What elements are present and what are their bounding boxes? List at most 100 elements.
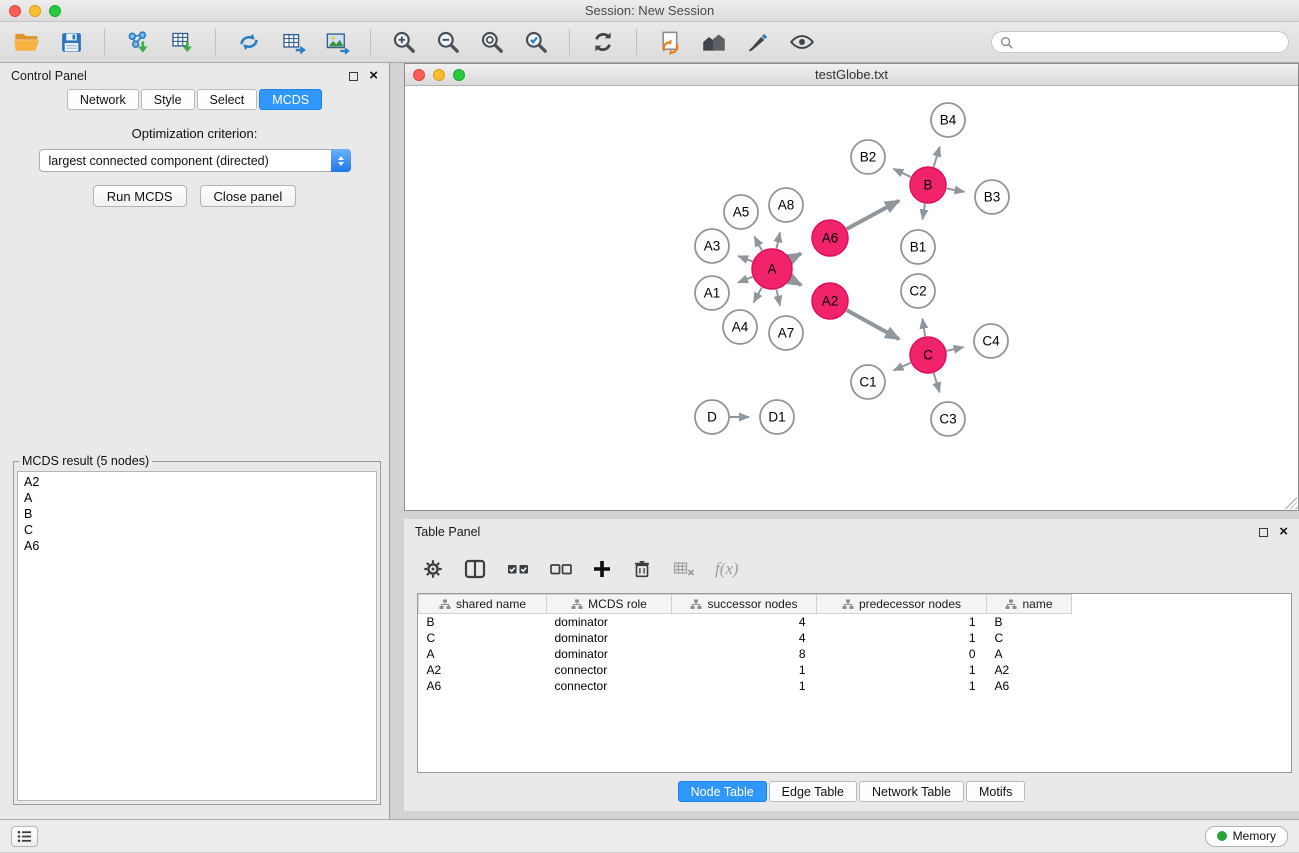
birdseye-toggle-button[interactable] <box>785 26 819 58</box>
refresh-button[interactable] <box>586 26 620 58</box>
table-cell[interactable]: 4 <box>672 614 817 631</box>
table-row[interactable]: Adominator80A <box>419 646 1072 662</box>
close-panel-icon[interactable]: × <box>369 71 378 81</box>
graphics-details-button[interactable] <box>741 26 775 58</box>
column-header-mcds-role[interactable]: MCDS role <box>547 595 672 614</box>
export-table-button[interactable] <box>276 26 310 58</box>
import-table-button[interactable] <box>165 26 199 58</box>
graph-edge-A-A2[interactable] <box>790 279 801 285</box>
column-header-shared-name[interactable]: shared name <box>419 595 547 614</box>
graph-edge-B-B4[interactable] <box>934 147 940 167</box>
resize-grip[interactable] <box>1285 497 1297 509</box>
column-header-successor-nodes[interactable]: successor nodes <box>672 595 817 614</box>
import-network-button[interactable] <box>121 26 155 58</box>
network-graph[interactable]: B4B2BB3A5A8A6A3B1AA1C2A2A4A7C4CC1DD1C3 <box>405 87 1298 510</box>
table-cell[interactable]: A6 <box>419 678 547 694</box>
graph-edge-A-A5[interactable] <box>754 237 762 251</box>
column-header-predecessor-nodes[interactable]: predecessor nodes <box>817 595 987 614</box>
select-all-button[interactable] <box>506 560 530 578</box>
mcds-result-item[interactable]: A2 <box>24 474 370 490</box>
tab-network-table[interactable]: Network Table <box>859 781 964 802</box>
task-history-button[interactable] <box>11 826 38 847</box>
mcds-result-item[interactable]: C <box>24 522 370 538</box>
graph-edge-A-A8[interactable] <box>776 232 780 248</box>
tab-mcds[interactable]: MCDS <box>259 89 322 110</box>
export-network-button[interactable] <box>232 26 266 58</box>
zoom-out-button[interactable] <box>431 26 465 58</box>
table-cell[interactable]: A6 <box>987 678 1072 694</box>
function-builder-button[interactable]: f(x) <box>715 559 739 579</box>
tab-select[interactable]: Select <box>197 89 258 110</box>
save-session-button[interactable] <box>54 26 88 58</box>
search-input[interactable] <box>1018 35 1280 49</box>
unselect-all-button[interactable] <box>549 560 573 578</box>
table-cell[interactable]: 8 <box>672 646 817 662</box>
table-cell[interactable]: C <box>987 630 1072 646</box>
table-cell[interactable]: A <box>419 646 547 662</box>
open-session-button[interactable] <box>10 26 44 58</box>
add-row-button[interactable] <box>592 559 612 579</box>
table-cell[interactable]: C <box>419 630 547 646</box>
delete-table-button[interactable] <box>672 559 696 579</box>
table-cell[interactable]: connector <box>547 662 672 678</box>
table-row[interactable]: A6connector11A6 <box>419 678 1072 694</box>
table-cell[interactable]: dominator <box>547 646 672 662</box>
mcds-result-item[interactable]: B <box>24 506 370 522</box>
graph-edge-A-A7[interactable] <box>776 290 780 306</box>
graph-edge-C-C3[interactable] <box>934 373 940 392</box>
graph-edge-B-B2[interactable] <box>893 169 910 177</box>
table-cell[interactable]: 0 <box>817 646 987 662</box>
table-cell[interactable]: dominator <box>547 630 672 646</box>
column-header-name[interactable]: name <box>987 595 1072 614</box>
table-settings-button[interactable] <box>422 558 444 580</box>
graph-edge-C-C4[interactable] <box>947 347 964 351</box>
mcds-result-item[interactable]: A <box>24 490 370 506</box>
tab-style[interactable]: Style <box>141 89 195 110</box>
graph-edge-B-B3[interactable] <box>947 189 965 192</box>
float-table-panel-icon[interactable] <box>1259 528 1268 537</box>
show-columns-button[interactable] <box>463 558 487 580</box>
table-cell[interactable]: A2 <box>987 662 1072 678</box>
table-cell[interactable]: A <box>987 646 1072 662</box>
graph-edge-A-A6[interactable] <box>791 254 801 260</box>
delete-row-button[interactable] <box>631 558 653 580</box>
tab-motifs[interactable]: Motifs <box>966 781 1025 802</box>
graph-edge-B-B1[interactable] <box>922 204 925 220</box>
table-row[interactable]: Cdominator41C <box>419 630 1072 646</box>
table-cell[interactable]: B <box>987 614 1072 631</box>
tab-node-table[interactable]: Node Table <box>678 781 767 802</box>
memory-button[interactable]: Memory <box>1205 826 1288 847</box>
close-table-panel-icon[interactable]: × <box>1279 527 1288 537</box>
table-row[interactable]: A2connector11A2 <box>419 662 1072 678</box>
float-panel-icon[interactable] <box>349 72 358 81</box>
network-canvas[interactable]: B4B2BB3A5A8A6A3B1AA1C2A2A4A7C4CC1DD1C3 <box>405 87 1298 510</box>
run-mcds-button[interactable]: Run MCDS <box>93 185 187 207</box>
clone-network-view-button[interactable] <box>653 26 687 58</box>
table-cell[interactable]: 1 <box>672 662 817 678</box>
home-button[interactable] <box>697 26 731 58</box>
tab-network[interactable]: Network <box>67 89 139 110</box>
graph-edge-A2-C[interactable] <box>847 310 899 339</box>
table-row[interactable]: Bdominator41B <box>419 614 1072 631</box>
table-cell[interactable]: B <box>419 614 547 631</box>
close-panel-button[interactable]: Close panel <box>200 185 297 207</box>
table-cell[interactable]: 4 <box>672 630 817 646</box>
mcds-result-item[interactable]: A6 <box>24 538 370 554</box>
graph-edge-A-A1[interactable] <box>738 277 753 283</box>
zoom-in-button[interactable] <box>387 26 421 58</box>
graph-edge-A-A3[interactable] <box>738 256 752 261</box>
table-cell[interactable]: dominator <box>547 614 672 631</box>
table-cell[interactable]: 1 <box>817 630 987 646</box>
table-cell[interactable]: A2 <box>419 662 547 678</box>
table-cell[interactable]: connector <box>547 678 672 694</box>
table-cell[interactable]: 1 <box>817 614 987 631</box>
tab-edge-table[interactable]: Edge Table <box>769 781 857 802</box>
table-cell[interactable]: 1 <box>672 678 817 694</box>
graph-edge-C-C2[interactable] <box>922 319 925 337</box>
optimization-select[interactable]: largest connected component (directed) <box>39 149 351 172</box>
zoom-selected-button[interactable] <box>519 26 553 58</box>
graph-edge-A-A4[interactable] <box>754 287 762 302</box>
zoom-fit-button[interactable] <box>475 26 509 58</box>
table-cell[interactable]: 1 <box>817 678 987 694</box>
table-cell[interactable]: 1 <box>817 662 987 678</box>
